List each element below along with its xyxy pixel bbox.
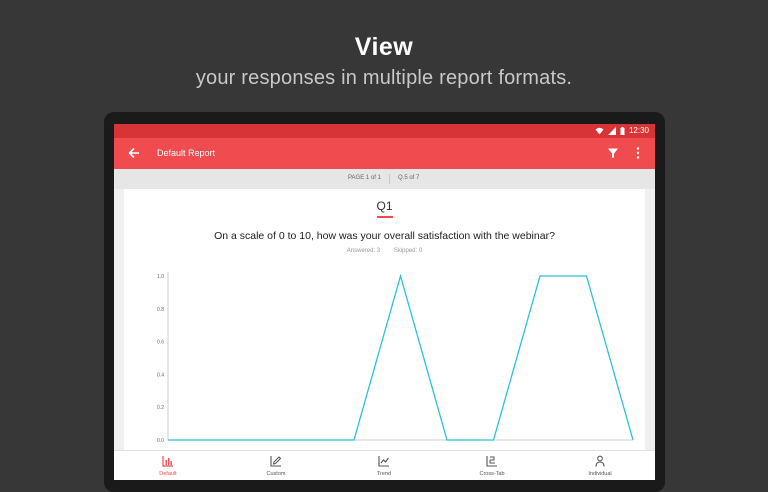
status-time: 12:30 xyxy=(628,126,649,135)
page-indicator: PAGE 1 of 1 xyxy=(348,175,381,181)
tab-default[interactable]: Default xyxy=(114,451,222,480)
promo-title: View xyxy=(354,33,414,61)
tab-trend[interactable]: Trend xyxy=(330,451,438,480)
app-screen: 12:30 Default Report PAGE 1 of 1 Q.5 of … xyxy=(114,124,655,480)
battery-icon xyxy=(620,126,625,135)
wifi-icon xyxy=(595,127,604,134)
edit-chart-icon xyxy=(270,456,282,467)
more-options-icon[interactable] xyxy=(635,146,641,160)
y-tick-label: 0.8 xyxy=(157,307,164,313)
series-line xyxy=(168,273,634,441)
tab-custom-label: Custom xyxy=(266,471,286,477)
y-tick-label: 0.2 xyxy=(157,405,164,411)
status-bar: 12:30 xyxy=(114,124,655,138)
report-type-tabbar: Default Custom Trend Cross-Tab Individua… xyxy=(114,450,655,480)
tab-cross-tab[interactable]: Cross-Tab xyxy=(438,451,546,480)
bar-chart-icon xyxy=(162,456,173,467)
app-bar: Default Report xyxy=(114,138,655,169)
pagination-divider xyxy=(389,174,390,184)
back-arrow-icon[interactable] xyxy=(126,145,142,161)
cross-tab-icon xyxy=(486,456,497,467)
person-icon xyxy=(595,455,605,467)
trend-line-icon xyxy=(378,456,389,467)
signal-icon xyxy=(607,126,616,135)
filter-icon[interactable] xyxy=(607,147,619,159)
promo-subtitle: your responses in multiple report format… xyxy=(195,67,573,89)
y-tick-label: 1.0 xyxy=(157,274,164,280)
tab-default-label: Default xyxy=(159,471,177,477)
y-tick-label: 0.6 xyxy=(157,340,164,346)
tab-custom[interactable]: Custom xyxy=(222,451,330,480)
question-indicator: Q.5 of 7 xyxy=(398,175,420,181)
line-chart: 0.0 0.2 0.4 0.6 0.8 1.0 xyxy=(157,272,634,444)
tab-individual-label: Individual xyxy=(588,471,612,477)
tab-individual[interactable]: Individual xyxy=(546,451,654,480)
question-card: Q1 On a scale of 0 to 10, how was your o… xyxy=(124,189,645,459)
report-title: Default Report xyxy=(157,148,216,158)
pagination-bar: PAGE 1 of 1 Q.5 of 7 xyxy=(114,169,655,189)
tab-cross-tab-label: Cross-Tab xyxy=(479,471,505,477)
y-tick-label: 0.0 xyxy=(157,438,164,444)
tab-trend-label: Trend xyxy=(376,471,392,477)
y-tick-label: 0.4 xyxy=(157,372,164,378)
